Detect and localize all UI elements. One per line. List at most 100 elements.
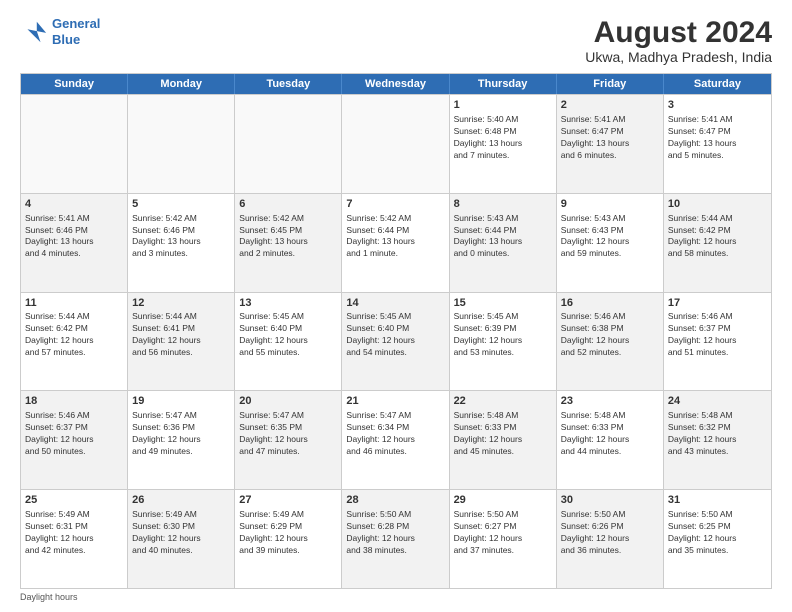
day-header-friday: Friday [557,74,664,94]
day-number: 1 [454,98,552,113]
cal-cell: 4Sunrise: 5:41 AM Sunset: 6:46 PM Daylig… [21,194,128,292]
day-number: 8 [454,197,552,212]
cal-cell: 10Sunrise: 5:44 AM Sunset: 6:42 PM Dayli… [664,194,771,292]
cal-cell [235,95,342,193]
day-number: 12 [132,296,230,311]
cal-cell: 20Sunrise: 5:47 AM Sunset: 6:35 PM Dayli… [235,391,342,489]
cell-text: Sunrise: 5:47 AM Sunset: 6:36 PM Dayligh… [132,410,230,458]
cell-text: Sunrise: 5:44 AM Sunset: 6:42 PM Dayligh… [25,311,123,359]
day-number: 19 [132,394,230,409]
cal-cell: 13Sunrise: 5:45 AM Sunset: 6:40 PM Dayli… [235,293,342,391]
cell-text: Sunrise: 5:45 AM Sunset: 6:39 PM Dayligh… [454,311,552,359]
day-number: 9 [561,197,659,212]
header: General Blue August 2024 Ukwa, Madhya Pr… [20,16,772,65]
cell-text: Sunrise: 5:46 AM Sunset: 6:37 PM Dayligh… [25,410,123,458]
cal-cell [342,95,449,193]
cell-text: Sunrise: 5:47 AM Sunset: 6:34 PM Dayligh… [346,410,444,458]
cell-text: Sunrise: 5:47 AM Sunset: 6:35 PM Dayligh… [239,410,337,458]
cal-cell: 28Sunrise: 5:50 AM Sunset: 6:28 PM Dayli… [342,490,449,588]
day-number: 13 [239,296,337,311]
cal-cell: 29Sunrise: 5:50 AM Sunset: 6:27 PM Dayli… [450,490,557,588]
cal-cell: 19Sunrise: 5:47 AM Sunset: 6:36 PM Dayli… [128,391,235,489]
cal-cell: 6Sunrise: 5:42 AM Sunset: 6:45 PM Daylig… [235,194,342,292]
cell-text: Sunrise: 5:41 AM Sunset: 6:46 PM Dayligh… [25,213,123,261]
cell-text: Sunrise: 5:50 AM Sunset: 6:25 PM Dayligh… [668,509,767,557]
day-number: 14 [346,296,444,311]
day-number: 3 [668,98,767,113]
day-number: 24 [668,394,767,409]
day-number: 22 [454,394,552,409]
cell-text: Sunrise: 5:50 AM Sunset: 6:28 PM Dayligh… [346,509,444,557]
cal-cell: 26Sunrise: 5:49 AM Sunset: 6:30 PM Dayli… [128,490,235,588]
cal-cell: 12Sunrise: 5:44 AM Sunset: 6:41 PM Dayli… [128,293,235,391]
main-title: August 2024 [585,16,772,49]
cal-cell: 24Sunrise: 5:48 AM Sunset: 6:32 PM Dayli… [664,391,771,489]
cell-text: Sunrise: 5:41 AM Sunset: 6:47 PM Dayligh… [668,114,767,162]
cell-text: Sunrise: 5:44 AM Sunset: 6:41 PM Dayligh… [132,311,230,359]
cal-cell: 15Sunrise: 5:45 AM Sunset: 6:39 PM Dayli… [450,293,557,391]
cal-cell [128,95,235,193]
week-row-1: 1Sunrise: 5:40 AM Sunset: 6:48 PM Daylig… [21,94,771,193]
title-block: August 2024 Ukwa, Madhya Pradesh, India [585,16,772,65]
day-number: 16 [561,296,659,311]
day-number: 20 [239,394,337,409]
day-number: 17 [668,296,767,311]
day-header-monday: Monday [128,74,235,94]
cell-text: Sunrise: 5:49 AM Sunset: 6:31 PM Dayligh… [25,509,123,557]
page: General Blue August 2024 Ukwa, Madhya Pr… [0,0,792,612]
cell-text: Sunrise: 5:48 AM Sunset: 6:33 PM Dayligh… [454,410,552,458]
calendar: SundayMondayTuesdayWednesdayThursdayFrid… [20,73,772,589]
cal-cell: 5Sunrise: 5:42 AM Sunset: 6:46 PM Daylig… [128,194,235,292]
day-number: 31 [668,493,767,508]
day-header-wednesday: Wednesday [342,74,449,94]
cal-cell [21,95,128,193]
footer-note: Daylight hours [20,592,772,602]
day-number: 11 [25,296,123,311]
cell-text: Sunrise: 5:46 AM Sunset: 6:38 PM Dayligh… [561,311,659,359]
week-row-2: 4Sunrise: 5:41 AM Sunset: 6:46 PM Daylig… [21,193,771,292]
week-row-3: 11Sunrise: 5:44 AM Sunset: 6:42 PM Dayli… [21,292,771,391]
cal-cell: 8Sunrise: 5:43 AM Sunset: 6:44 PM Daylig… [450,194,557,292]
day-number: 6 [239,197,337,212]
day-number: 2 [561,98,659,113]
cell-text: Sunrise: 5:48 AM Sunset: 6:32 PM Dayligh… [668,410,767,458]
cal-cell: 11Sunrise: 5:44 AM Sunset: 6:42 PM Dayli… [21,293,128,391]
day-number: 18 [25,394,123,409]
cal-cell: 14Sunrise: 5:45 AM Sunset: 6:40 PM Dayli… [342,293,449,391]
cell-text: Sunrise: 5:46 AM Sunset: 6:37 PM Dayligh… [668,311,767,359]
cell-text: Sunrise: 5:49 AM Sunset: 6:29 PM Dayligh… [239,509,337,557]
week-row-5: 25Sunrise: 5:49 AM Sunset: 6:31 PM Dayli… [21,489,771,588]
cal-cell: 31Sunrise: 5:50 AM Sunset: 6:25 PM Dayli… [664,490,771,588]
cell-text: Sunrise: 5:43 AM Sunset: 6:44 PM Dayligh… [454,213,552,261]
cal-cell: 23Sunrise: 5:48 AM Sunset: 6:33 PM Dayli… [557,391,664,489]
calendar-header: SundayMondayTuesdayWednesdayThursdayFrid… [21,74,771,94]
day-number: 26 [132,493,230,508]
cal-cell: 17Sunrise: 5:46 AM Sunset: 6:37 PM Dayli… [664,293,771,391]
cell-text: Sunrise: 5:49 AM Sunset: 6:30 PM Dayligh… [132,509,230,557]
day-number: 30 [561,493,659,508]
cal-cell: 30Sunrise: 5:50 AM Sunset: 6:26 PM Dayli… [557,490,664,588]
day-header-sunday: Sunday [21,74,128,94]
week-row-4: 18Sunrise: 5:46 AM Sunset: 6:37 PM Dayli… [21,390,771,489]
cell-text: Sunrise: 5:50 AM Sunset: 6:27 PM Dayligh… [454,509,552,557]
cell-text: Sunrise: 5:42 AM Sunset: 6:46 PM Dayligh… [132,213,230,261]
subtitle: Ukwa, Madhya Pradesh, India [585,49,772,65]
day-number: 23 [561,394,659,409]
cell-text: Sunrise: 5:44 AM Sunset: 6:42 PM Dayligh… [668,213,767,261]
cal-cell: 3Sunrise: 5:41 AM Sunset: 6:47 PM Daylig… [664,95,771,193]
day-number: 5 [132,197,230,212]
day-number: 29 [454,493,552,508]
cell-text: Sunrise: 5:50 AM Sunset: 6:26 PM Dayligh… [561,509,659,557]
cell-text: Sunrise: 5:45 AM Sunset: 6:40 PM Dayligh… [239,311,337,359]
cell-text: Sunrise: 5:43 AM Sunset: 6:43 PM Dayligh… [561,213,659,261]
cal-cell: 16Sunrise: 5:46 AM Sunset: 6:38 PM Dayli… [557,293,664,391]
day-number: 21 [346,394,444,409]
cell-text: Sunrise: 5:45 AM Sunset: 6:40 PM Dayligh… [346,311,444,359]
day-number: 28 [346,493,444,508]
day-header-tuesday: Tuesday [235,74,342,94]
day-number: 25 [25,493,123,508]
day-number: 10 [668,197,767,212]
cell-text: Sunrise: 5:42 AM Sunset: 6:44 PM Dayligh… [346,213,444,261]
cell-text: Sunrise: 5:40 AM Sunset: 6:48 PM Dayligh… [454,114,552,162]
day-number: 27 [239,493,337,508]
